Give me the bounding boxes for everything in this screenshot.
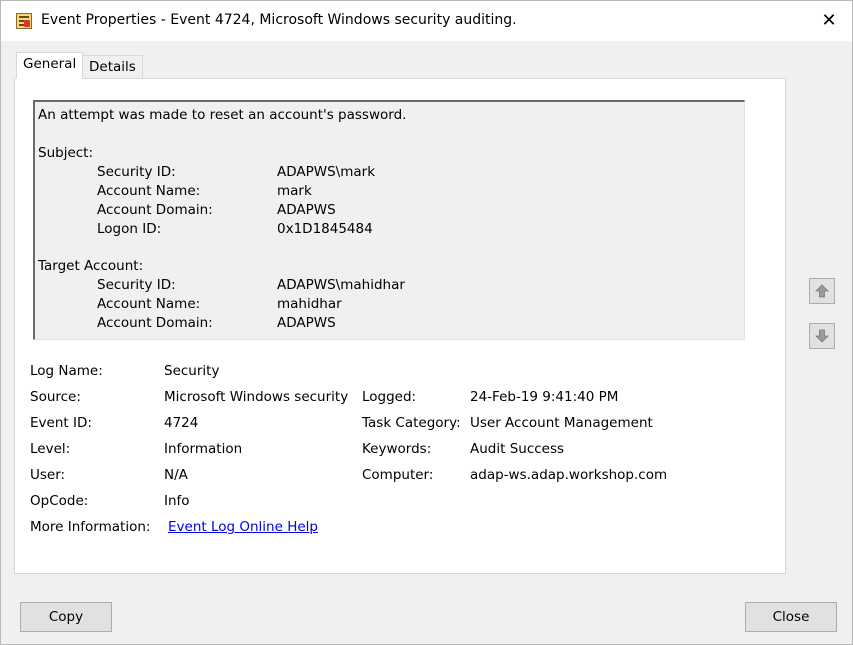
event-id-label: Event ID:	[30, 415, 92, 431]
computer-label: Computer:	[362, 467, 434, 483]
target-account-header: Target Account:	[38, 258, 144, 274]
window-title: Event Properties - Event 4724, Microsoft…	[41, 12, 517, 28]
subject-logon-id-label: Logon ID:	[97, 221, 162, 237]
tab-details[interactable]: Details	[82, 55, 143, 80]
subject-account-domain-value: ADAPWS	[277, 202, 336, 218]
arrow-up-icon	[815, 284, 829, 298]
log-name-value: Security	[164, 363, 220, 379]
target-account-name-label: Account Name:	[97, 296, 201, 312]
target-security-id-label: Security ID:	[97, 277, 176, 293]
event-viewer-icon	[16, 13, 32, 29]
previous-event-button[interactable]	[809, 278, 835, 304]
subject-security-id-label: Security ID:	[97, 164, 176, 180]
level-label: Level:	[30, 441, 71, 457]
target-security-id-value: ADAPWS\mahidhar	[277, 277, 405, 293]
subject-header: Subject:	[38, 145, 94, 161]
subject-account-name-value: mark	[277, 183, 312, 199]
task-category-value: User Account Management	[470, 415, 653, 431]
log-name-label: Log Name:	[30, 363, 103, 379]
event-properties-window: Event Properties - Event 4724, Microsoft…	[0, 0, 853, 645]
source-value: Microsoft Windows security	[164, 389, 349, 405]
arrow-down-icon	[815, 329, 829, 343]
computer-value: adap-ws.adap.workshop.com	[470, 467, 668, 483]
subject-account-domain-label: Account Domain:	[97, 202, 213, 218]
opcode-value: Info	[164, 493, 190, 509]
subject-logon-id-value: 0x1D1845484	[277, 221, 373, 237]
event-message: An attempt was made to reset an account'…	[38, 107, 407, 123]
event-id-value: 4724	[164, 415, 199, 431]
title-bar: Event Properties - Event 4724, Microsoft…	[1, 1, 852, 41]
logged-label: Logged:	[362, 389, 417, 405]
source-label: Source:	[30, 389, 81, 405]
event-log-online-help-link[interactable]: Event Log Online Help	[168, 519, 318, 535]
opcode-label: OpCode:	[30, 493, 89, 509]
user-value: N/A	[164, 467, 188, 483]
next-event-button[interactable]	[809, 323, 835, 349]
logged-value: 24-Feb-19 9:41:40 PM	[470, 389, 619, 405]
subject-security-id-value: ADAPWS\mark	[277, 164, 376, 180]
task-category-label: Task Category:	[362, 415, 461, 431]
general-tab-panel: An attempt was made to reset an account'…	[14, 78, 786, 574]
level-value: Information	[164, 441, 243, 457]
subject-account-name-label: Account Name:	[97, 183, 201, 199]
copy-button[interactable]: Copy	[20, 602, 112, 632]
more-information-label: More Information:	[30, 519, 151, 535]
close-button[interactable]: Close	[745, 602, 837, 632]
target-account-name-value: mahidhar	[277, 296, 342, 312]
event-description-box[interactable]: An attempt was made to reset an account'…	[33, 100, 745, 340]
user-label: User:	[30, 467, 66, 483]
target-account-domain-label: Account Domain:	[97, 315, 213, 331]
target-account-domain-value: ADAPWS	[277, 315, 336, 331]
keywords-value: Audit Success	[470, 441, 565, 457]
tab-general[interactable]: General	[16, 52, 84, 79]
keywords-label: Keywords:	[362, 441, 432, 457]
window-close-button[interactable]: ✕	[806, 1, 852, 41]
